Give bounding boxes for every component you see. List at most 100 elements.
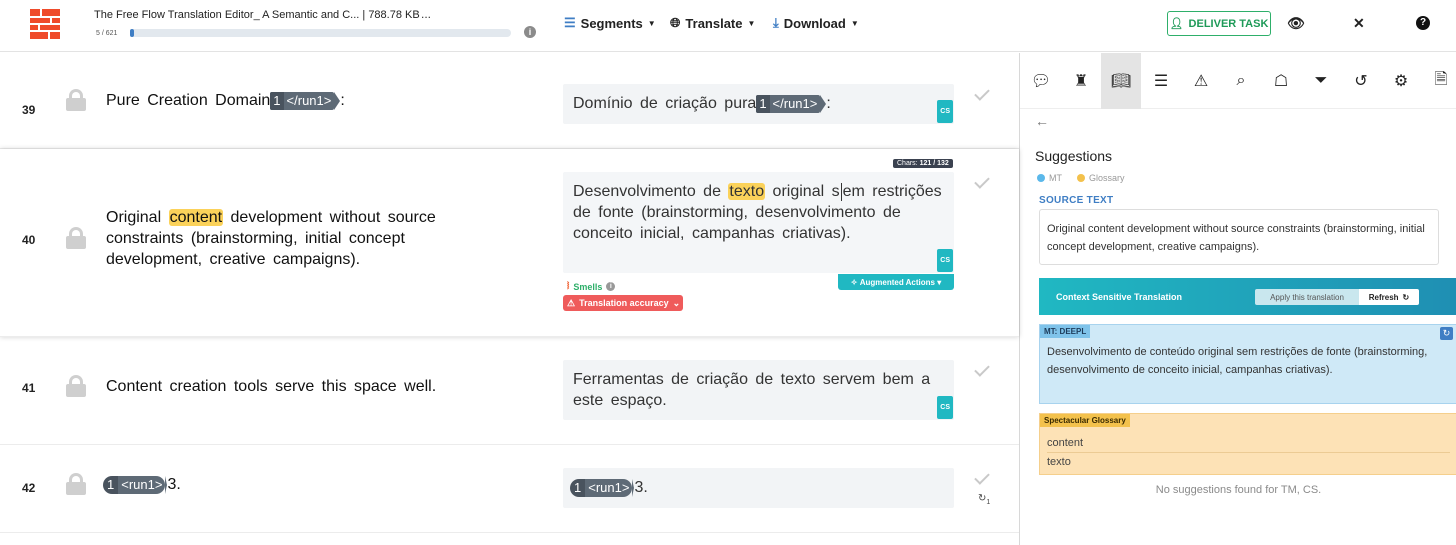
list-icon[interactable]: ☰ — [1141, 53, 1181, 109]
target-text-part: Desenvolvimento de — [573, 183, 721, 200]
refresh-button[interactable]: Refresh ↻ — [1359, 289, 1419, 305]
progress-bar — [130, 29, 511, 37]
back-arrow-icon[interactable]: ← — [1035, 113, 1049, 129]
target-text-part: original s — [765, 183, 840, 200]
caret-down-icon: ▼ — [647, 18, 656, 28]
target-text-part: : — [826, 95, 831, 112]
lock-icon[interactable] — [66, 227, 86, 249]
filter-icon[interactable]: ⏷ — [1301, 53, 1341, 109]
apply-translation-button[interactable]: Apply this translation — [1255, 289, 1359, 305]
target-editor[interactable]: Domínio de criação pura 1 </run1>: CS — [563, 84, 954, 124]
user-check-icon: 👤︎ — [1169, 18, 1184, 30]
chevron-down-icon: ⌄ — [672, 297, 681, 308]
char-counter: Chars: 121 / 132 — [893, 159, 953, 168]
segments-menu[interactable]: ☰ Segments ▼ — [564, 15, 656, 31]
pdf-icon[interactable]: 🗎︎ — [1421, 53, 1456, 109]
caret-down-icon: ▾ — [934, 277, 942, 287]
globe-icon: 🌐︎ — [670, 15, 681, 30]
tag-number: 1 — [756, 95, 770, 113]
download-menu[interactable]: ⤓ Download ▼ — [773, 15, 859, 31]
mt-suggestion[interactable]: MT: DEEPL ↻ Desenvolvimento de conteúdo … — [1039, 324, 1456, 404]
segments-menu-label: Segments — [580, 15, 643, 31]
target-editor[interactable]: 1 <run1> 3. — [563, 468, 954, 508]
opening-tag[interactable]: 1 <run1> — [103, 476, 166, 494]
help-icon[interactable]: ? — [1416, 16, 1430, 30]
glossary-suggestion: Spectacular Glossary content texto — [1039, 413, 1456, 475]
comments-icon[interactable]: 💬︎ — [1021, 53, 1061, 109]
warning-icon[interactable]: ⚠ — [1181, 53, 1221, 109]
top-header: The Free Flow Translation Editor_ A Sema… — [0, 0, 1456, 52]
glossary-highlight[interactable]: content — [168, 209, 224, 226]
info-icon[interactable]: i — [524, 26, 536, 38]
book-icon[interactable]: 📖︎ — [1101, 53, 1141, 109]
target-editor[interactable]: Desenvolvimento de texto original s em re… — [563, 172, 954, 273]
segment-row-40[interactable]: 40 Original content development without … — [0, 149, 1019, 337]
lock-icon[interactable] — [66, 89, 86, 111]
confirm-check-icon[interactable] — [975, 177, 995, 189]
tag-number: 1 — [103, 476, 119, 494]
source-text-box: Original content development without sou… — [1039, 209, 1439, 265]
chef-hat-icon[interactable]: ♜ — [1061, 53, 1101, 109]
source-text-part: Original — [106, 209, 162, 226]
tag-number: 1 — [570, 479, 586, 497]
segment-row-41[interactable]: 41 Content creation tools serve this spa… — [0, 337, 1019, 445]
caret-down-icon: ▼ — [747, 18, 756, 28]
cs-badge: CS — [937, 396, 953, 419]
info-icon[interactable]: i — [606, 282, 616, 291]
glossary-highlight[interactable]: texto — [728, 183, 766, 200]
glossary-term[interactable]: content — [1047, 434, 1450, 453]
source-text-label: SOURCE TEXT — [1039, 195, 1114, 206]
lock-icon[interactable] — [66, 375, 86, 397]
closing-tag[interactable]: 1 </run1> — [756, 95, 821, 113]
augmented-actions-button[interactable]: ✧ Augmented Actions ▾ — [838, 274, 954, 290]
segment-number: 41 — [22, 381, 36, 395]
more-options-button[interactable]: ... — [421, 7, 431, 21]
history-icon[interactable]: ↺ — [1341, 53, 1381, 109]
app-logo[interactable] — [30, 9, 60, 39]
close-icon[interactable]: ✕ — [1353, 15, 1365, 32]
text-cursor — [840, 182, 842, 201]
search-icon[interactable]: ⌕ — [1221, 53, 1261, 109]
source-text: 1 <run1> 3. — [103, 474, 478, 495]
segment-row-42[interactable]: 42 1 <run1> 3. 1 <run1> 3. ↻1 — [0, 445, 1019, 533]
lock-icon[interactable] — [66, 473, 86, 495]
history-icon[interactable]: ↻1 — [978, 493, 990, 506]
mt-text: Desenvolvimento de conteúdo original sem… — [1047, 346, 1428, 376]
flame-icon: ⧘ — [567, 280, 570, 292]
target-editor[interactable]: Ferramentas de criação de texto servem b… — [563, 360, 954, 420]
reader-icon[interactable]: ☖ — [1261, 53, 1301, 109]
cst-title: Context Sensitive Translation — [1056, 291, 1183, 302]
legend-dot — [1037, 174, 1045, 182]
confirm-check-icon[interactable] — [975, 365, 995, 377]
eye-icon[interactable]: 👁︎ — [1287, 15, 1305, 32]
legend-label: Glossary — [1089, 173, 1125, 183]
closing-tag[interactable]: 1 </run1> — [270, 92, 335, 110]
context-sensitive-translation-bar: Context Sensitive Translation Apply this… — [1039, 278, 1456, 315]
translation-accuracy-badge[interactable]: ⚠ Translation accuracy ⌄ — [563, 295, 683, 311]
translate-menu[interactable]: 🌐︎ Translate ▼ — [670, 15, 755, 31]
segment-number: 40 — [22, 233, 36, 247]
segment-grid: 39 Pure Creation Domain 1 </run1>: Domínio… — [0, 53, 1019, 545]
settings-icon[interactable]: ⚙ — [1381, 53, 1421, 109]
opening-tag[interactable]: 1 <run1> — [570, 479, 633, 497]
tag-label: <run1> — [588, 480, 630, 495]
tag-label: </run1> — [772, 96, 818, 111]
source-text-part: 3. — [167, 476, 181, 493]
smells-indicator[interactable]: ⧘ Smells i — [567, 280, 616, 293]
cs-badge: CS — [937, 249, 953, 272]
suggestions-title: Suggestions — [1035, 148, 1113, 164]
deliver-task-button[interactable]: 👤︎ DELIVER TASK — [1167, 11, 1271, 36]
suggestions-legend: MT Glossary — [1037, 173, 1125, 183]
refresh-icon: ↻ — [1402, 292, 1410, 302]
confirm-check-icon[interactable] — [975, 473, 995, 485]
glossary-term[interactable]: texto — [1047, 453, 1450, 471]
confirm-check-icon[interactable] — [975, 89, 995, 101]
source-text: Pure Creation Domain 1 </run1>: — [106, 90, 478, 111]
cs-badge: CS — [937, 100, 953, 123]
char-counter-label: Chars: — [897, 160, 918, 167]
segment-row-39[interactable]: 39 Pure Creation Domain 1 </run1>: Domínio… — [0, 61, 1019, 149]
source-text-part: Pure Creation Domain — [106, 92, 271, 109]
refresh-icon[interactable]: ↻ — [1440, 327, 1453, 340]
target-text-part: 3. — [634, 479, 648, 496]
deliver-task-label: DELIVER TASK — [1188, 17, 1269, 30]
